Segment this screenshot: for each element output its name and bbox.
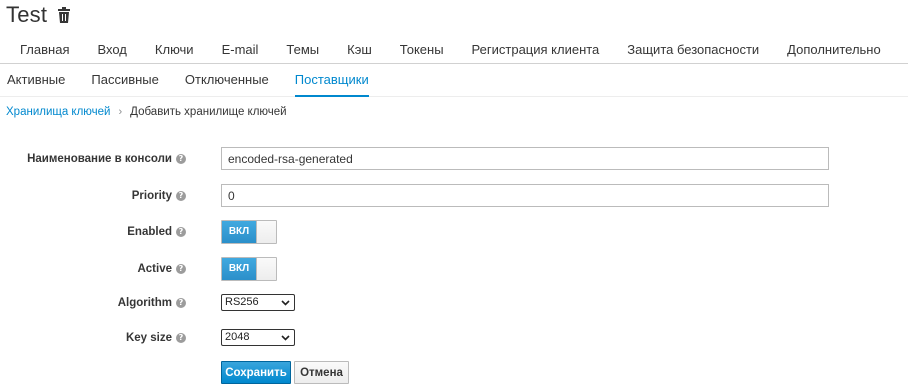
breadcrumb-separator: › bbox=[118, 106, 123, 118]
tab-client-registration[interactable]: Регистрация клиента bbox=[458, 36, 614, 63]
subtab-active[interactable]: Активные bbox=[0, 64, 78, 96]
console-name-input[interactable] bbox=[221, 147, 829, 170]
chevron-down-icon bbox=[281, 335, 290, 341]
tab-main[interactable]: Главная bbox=[0, 36, 83, 63]
page-title: Test bbox=[6, 2, 48, 27]
enabled-toggle[interactable]: ВКЛ bbox=[221, 220, 277, 244]
help-icon[interactable]: ? bbox=[176, 227, 186, 237]
help-icon[interactable]: ? bbox=[176, 264, 186, 274]
active-label: Active ? bbox=[0, 263, 186, 275]
active-toggle-on-label: ВКЛ bbox=[222, 258, 256, 280]
breadcrumb: Хранилища ключей › Добавить хранилище кл… bbox=[6, 106, 287, 118]
tab-security-defenses[interactable]: Защита безопасности bbox=[613, 36, 773, 63]
priority-row: Priority ? bbox=[0, 184, 908, 207]
enabled-toggle-on-label: ВКЛ bbox=[222, 221, 256, 243]
algorithm-selected-value: RS256 bbox=[225, 296, 259, 308]
help-icon[interactable]: ? bbox=[176, 297, 186, 308]
page-header: Test bbox=[6, 2, 71, 28]
cancel-button[interactable]: Отмена bbox=[294, 361, 349, 384]
key-size-select[interactable]: 2048 bbox=[221, 329, 295, 346]
priority-input[interactable] bbox=[221, 184, 829, 207]
active-label-text: Active bbox=[137, 263, 172, 275]
algorithm-row: Algorithm ? RS256 bbox=[0, 294, 908, 311]
form-actions: Сохранить Отмена bbox=[0, 361, 908, 384]
help-icon[interactable]: ? bbox=[176, 332, 186, 343]
console-name-row: Наименование в консоли ? bbox=[0, 147, 908, 170]
key-size-label-text: Key size bbox=[125, 331, 172, 344]
subtab-passive[interactable]: Пассивные bbox=[78, 64, 172, 96]
priority-label: Priority ? bbox=[0, 190, 186, 202]
algorithm-label: Algorithm ? bbox=[0, 297, 186, 309]
key-size-row: Key size ? 2048 bbox=[0, 329, 908, 346]
enabled-row: Enabled ? ВКЛ bbox=[0, 220, 908, 244]
enabled-label: Enabled ? bbox=[0, 226, 186, 238]
active-toggle-handle bbox=[256, 258, 276, 280]
tab-tokens[interactable]: Токены bbox=[386, 36, 458, 63]
tab-advanced[interactable]: Дополнительно bbox=[773, 36, 895, 63]
subtab-providers[interactable]: Поставщики bbox=[282, 64, 382, 97]
tab-cache[interactable]: Кэш bbox=[333, 36, 386, 63]
tab-themes[interactable]: Темы bbox=[272, 36, 333, 63]
key-size-label: Key size ? bbox=[0, 332, 186, 344]
help-icon[interactable]: ? bbox=[176, 190, 186, 201]
key-size-selected-value: 2048 bbox=[225, 331, 250, 343]
keys-subtabs: Активные Пассивные Отключенные Поставщик… bbox=[0, 64, 908, 97]
breadcrumb-current: Добавить хранилище ключей bbox=[130, 106, 287, 118]
tab-login[interactable]: Вход bbox=[83, 36, 140, 63]
breadcrumb-keystores-link[interactable]: Хранилища ключей bbox=[6, 106, 110, 118]
subtab-disabled[interactable]: Отключенные bbox=[172, 64, 282, 96]
priority-label-text: Priority bbox=[131, 189, 172, 202]
enabled-label-text: Enabled bbox=[127, 226, 172, 238]
active-row: Active ? ВКЛ bbox=[0, 257, 908, 281]
chevron-down-icon bbox=[281, 300, 290, 306]
algorithm-select[interactable]: RS256 bbox=[221, 294, 295, 311]
realm-tabs: Главная Вход Ключи E-mail Темы Кэш Токен… bbox=[0, 36, 908, 64]
trash-icon[interactable] bbox=[57, 7, 71, 23]
enabled-toggle-handle bbox=[256, 221, 276, 243]
tab-keys[interactable]: Ключи bbox=[141, 36, 208, 63]
save-button[interactable]: Сохранить bbox=[221, 361, 291, 384]
console-name-label: Наименование в консоли ? bbox=[0, 153, 186, 165]
algorithm-label-text: Algorithm bbox=[117, 296, 172, 309]
console-name-label-text: Наименование в консоли bbox=[27, 152, 172, 165]
help-icon[interactable]: ? bbox=[176, 153, 186, 164]
active-toggle[interactable]: ВКЛ bbox=[221, 257, 277, 281]
tab-email[interactable]: E-mail bbox=[208, 36, 273, 63]
